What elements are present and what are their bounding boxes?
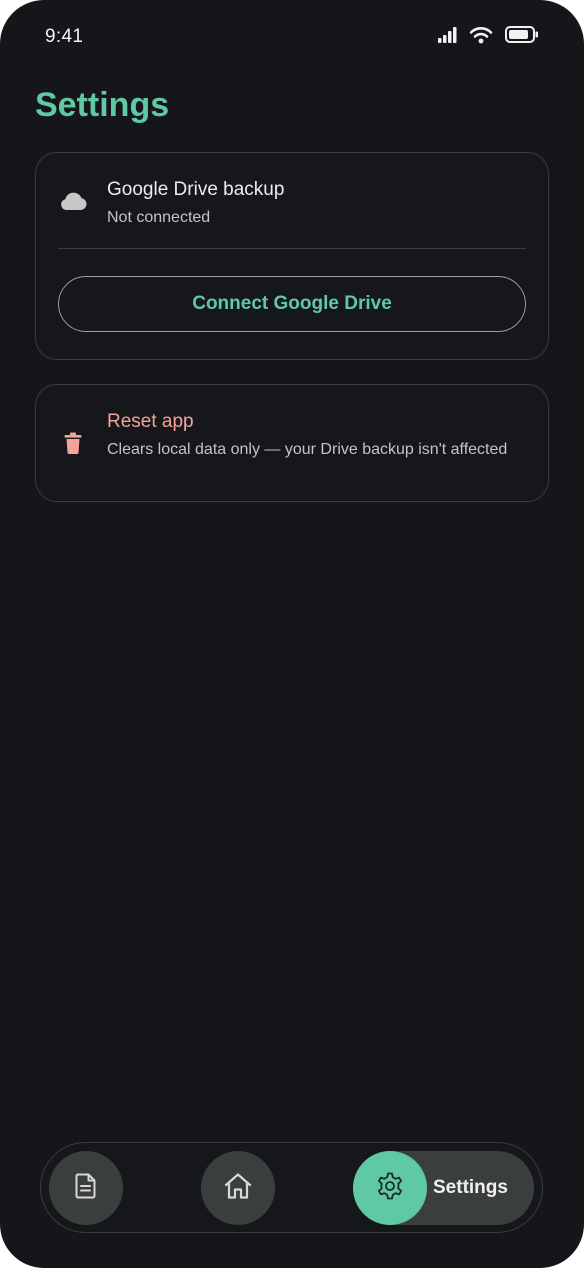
wifi-icon	[469, 26, 493, 49]
trash-icon	[56, 426, 90, 460]
card-divider	[58, 248, 526, 249]
reset-app-card[interactable]: Reset app Clears local data only — your …	[35, 384, 549, 502]
home-icon	[223, 1172, 253, 1205]
page-title: Settings	[35, 86, 170, 124]
reset-app-title: Reset app	[107, 411, 194, 432]
phone-screen: 9:41 Settings Google Drive backup Not co…	[0, 0, 584, 1268]
drive-backup-status: Not connected	[107, 209, 211, 226]
nav-home-button[interactable]	[201, 1151, 275, 1225]
status-bar: 9:41	[0, 0, 584, 76]
nav-settings-icon-circle	[353, 1151, 427, 1225]
drive-backup-card: Google Drive backup Not connected Connec…	[35, 152, 549, 360]
status-icons	[438, 26, 539, 48]
nav-settings-button[interactable]: Settings	[353, 1151, 534, 1225]
signal-icon	[438, 26, 457, 48]
reset-app-description: Clears local data only — your Drive back…	[107, 441, 508, 458]
status-time: 9:41	[45, 26, 84, 47]
bottom-nav: Settings	[40, 1142, 543, 1233]
drive-backup-title: Google Drive backup	[107, 179, 285, 200]
gear-icon	[375, 1171, 405, 1206]
cloud-icon	[56, 184, 90, 218]
document-icon	[75, 1173, 97, 1204]
nav-documents-button[interactable]	[49, 1151, 123, 1225]
battery-icon	[505, 26, 539, 48]
connect-google-drive-button[interactable]: Connect Google Drive	[58, 276, 526, 332]
nav-settings-label: Settings	[433, 1177, 508, 1198]
